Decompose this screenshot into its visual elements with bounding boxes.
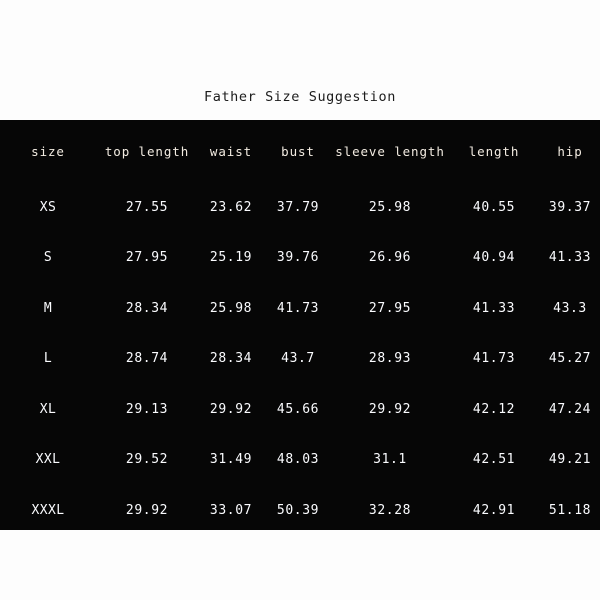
cell-sleeve_length: 29.92 xyxy=(368,401,412,417)
cell-length: 40.55 xyxy=(472,199,516,215)
cell-size: XS xyxy=(39,199,57,215)
column-header-length: length xyxy=(468,143,520,159)
column-header-top_length: top length xyxy=(104,143,190,159)
cell-waist: 33.07 xyxy=(209,502,253,518)
cell-length: 42.91 xyxy=(472,502,516,518)
column-header-hip: hip xyxy=(557,143,583,159)
cell-waist: 25.19 xyxy=(209,250,253,266)
chart-title: Father Size Suggestion xyxy=(203,89,396,105)
cell-top_length: 29.13 xyxy=(125,401,169,417)
cell-hip: 49.21 xyxy=(548,452,592,468)
cell-bust: 37.79 xyxy=(276,199,320,215)
cell-size: XXXL xyxy=(31,502,65,518)
cell-size: M xyxy=(43,300,53,316)
size-table: size top length waist bust sleeve length leng… xyxy=(0,120,600,530)
cell-top_length: 28.34 xyxy=(125,300,169,316)
cell-length: 41.73 xyxy=(472,351,516,367)
cell-sleeve_length: 31.1 xyxy=(373,452,407,468)
table-row: L 28.74 28.34 43.7 28.93 41.73 45.27 xyxy=(0,334,600,385)
cell-top_length: 29.92 xyxy=(125,502,169,518)
cell-top_length: 27.55 xyxy=(125,199,169,215)
cell-waist: 28.34 xyxy=(209,351,253,367)
cell-waist: 31.49 xyxy=(209,452,253,468)
cell-waist: 25.98 xyxy=(209,300,253,316)
cell-length: 40.94 xyxy=(472,250,516,266)
cell-top_length: 28.74 xyxy=(125,351,169,367)
cell-waist: 29.92 xyxy=(209,401,253,417)
cell-bust: 50.39 xyxy=(276,502,320,518)
cell-length: 41.33 xyxy=(472,300,516,316)
cell-bust: 41.73 xyxy=(276,300,320,316)
table-row: XXXL 29.92 33.07 50.39 32.28 42.91 51.18 xyxy=(0,485,600,530)
cell-waist: 23.62 xyxy=(209,199,253,215)
table-row: XXL 29.52 31.49 48.03 31.1 42.51 49.21 xyxy=(0,435,600,486)
cell-size: S xyxy=(43,250,53,266)
cell-bust: 43.7 xyxy=(281,351,315,367)
cell-bust: 48.03 xyxy=(276,452,320,468)
size-chart-image: Father Size Suggestion size top length wai… xyxy=(0,0,600,600)
cell-hip: 43.3 xyxy=(553,300,587,316)
column-header-waist: waist xyxy=(209,143,253,159)
column-header-bust: bust xyxy=(281,143,315,159)
cell-top_length: 27.95 xyxy=(125,250,169,266)
cell-sleeve_length: 26.96 xyxy=(368,250,412,266)
cell-hip: 39.37 xyxy=(548,199,592,215)
column-header-sleeve_length: sleeve length xyxy=(335,143,445,159)
table-row: XS 27.55 23.62 37.79 25.98 40.55 39.37 xyxy=(0,182,600,233)
table-row: XL 29.13 29.92 45.66 29.92 42.12 47.24 xyxy=(0,384,600,435)
cell-sleeve_length: 28.93 xyxy=(368,351,412,367)
cell-hip: 51.18 xyxy=(548,502,592,518)
cell-hip: 45.27 xyxy=(548,351,592,367)
size-table-panel: size top length waist bust sleeve length leng… xyxy=(0,120,600,530)
cell-sleeve_length: 25.98 xyxy=(368,199,412,215)
cell-sleeve_length: 27.95 xyxy=(368,300,412,316)
cell-sleeve_length: 32.28 xyxy=(368,502,412,518)
cell-bust: 39.76 xyxy=(276,250,320,266)
cell-bust: 45.66 xyxy=(276,401,320,417)
table-row: S 27.95 25.19 39.76 26.96 40.94 41.33 xyxy=(0,233,600,284)
cell-size: L xyxy=(43,351,53,367)
table-row: M 28.34 25.98 41.73 27.95 41.33 43.3 xyxy=(0,283,600,334)
cell-top_length: 29.52 xyxy=(125,452,169,468)
column-header-size: size xyxy=(31,143,65,159)
cell-length: 42.51 xyxy=(472,452,516,468)
cell-size: XXL xyxy=(35,452,61,468)
table-header-row: size top length waist bust sleeve length leng… xyxy=(0,120,600,182)
cell-hip: 47.24 xyxy=(548,401,592,417)
cell-length: 42.12 xyxy=(472,401,516,417)
cell-size: XL xyxy=(39,401,57,417)
cell-hip: 41.33 xyxy=(548,250,592,266)
